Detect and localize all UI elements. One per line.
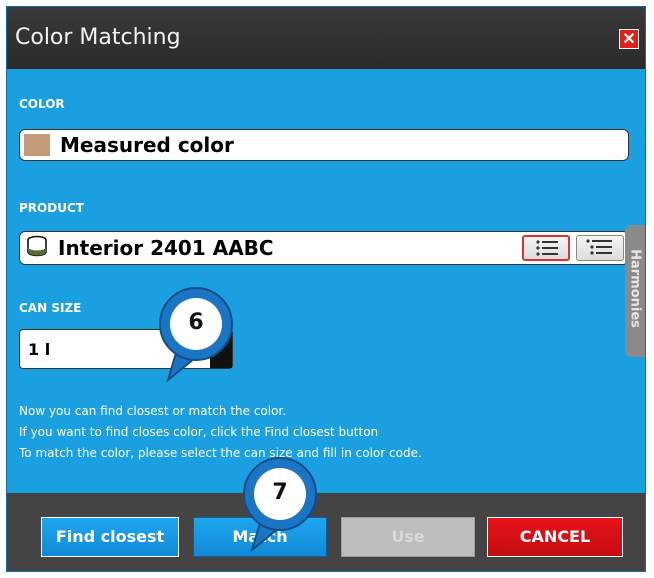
use-button[interactable]: Use: [341, 517, 475, 557]
close-icon[interactable]: ✕: [619, 29, 639, 49]
measured-color-text: Measured color: [60, 133, 234, 157]
color-swatch: [24, 134, 50, 156]
harmonies-tab-label: Harmonies: [627, 249, 643, 328]
cancel-button[interactable]: CANCEL: [487, 517, 623, 557]
step-7-number: 7: [272, 480, 288, 505]
color-matching-dialog: Color Matching ✕ COLOR Measured color PR…: [6, 6, 646, 572]
find-closest-button[interactable]: Find closest: [41, 517, 179, 557]
harmonies-tab[interactable]: Harmonies: [625, 225, 645, 357]
list-icon: [536, 240, 558, 256]
dialog-title: Color Matching: [15, 25, 181, 50]
button-bar: Find closest Match Use CANCEL: [7, 493, 645, 571]
measured-color-field[interactable]: Measured color: [19, 129, 629, 161]
step-6-callout: 6: [156, 284, 236, 384]
title-bar: Color Matching ✕: [7, 7, 645, 69]
step-7-callout: 7: [240, 454, 320, 554]
tree-list-icon: [586, 239, 612, 255]
can-size-label: CAN SIZE: [19, 301, 82, 315]
product-field[interactable]: Interior 2401 AABC: [19, 231, 629, 265]
color-label: COLOR: [19, 97, 65, 111]
paint-can-icon: [27, 235, 47, 257]
instructions-text: Now you can find closest or match the co…: [19, 401, 422, 464]
product-text: Interior 2401 AABC: [58, 236, 274, 260]
instruction-line: Now you can find closest or match the co…: [19, 404, 287, 418]
instruction-line: To match the color, please select the ca…: [19, 446, 422, 460]
list-view-button[interactable]: [522, 235, 570, 261]
tree-view-button[interactable]: [576, 235, 624, 261]
step-6-number: 6: [188, 310, 204, 335]
product-label: PRODUCT: [19, 201, 84, 215]
can-size-value: 1 l: [28, 340, 51, 359]
instruction-line: If you want to find closes color, click …: [19, 425, 379, 439]
